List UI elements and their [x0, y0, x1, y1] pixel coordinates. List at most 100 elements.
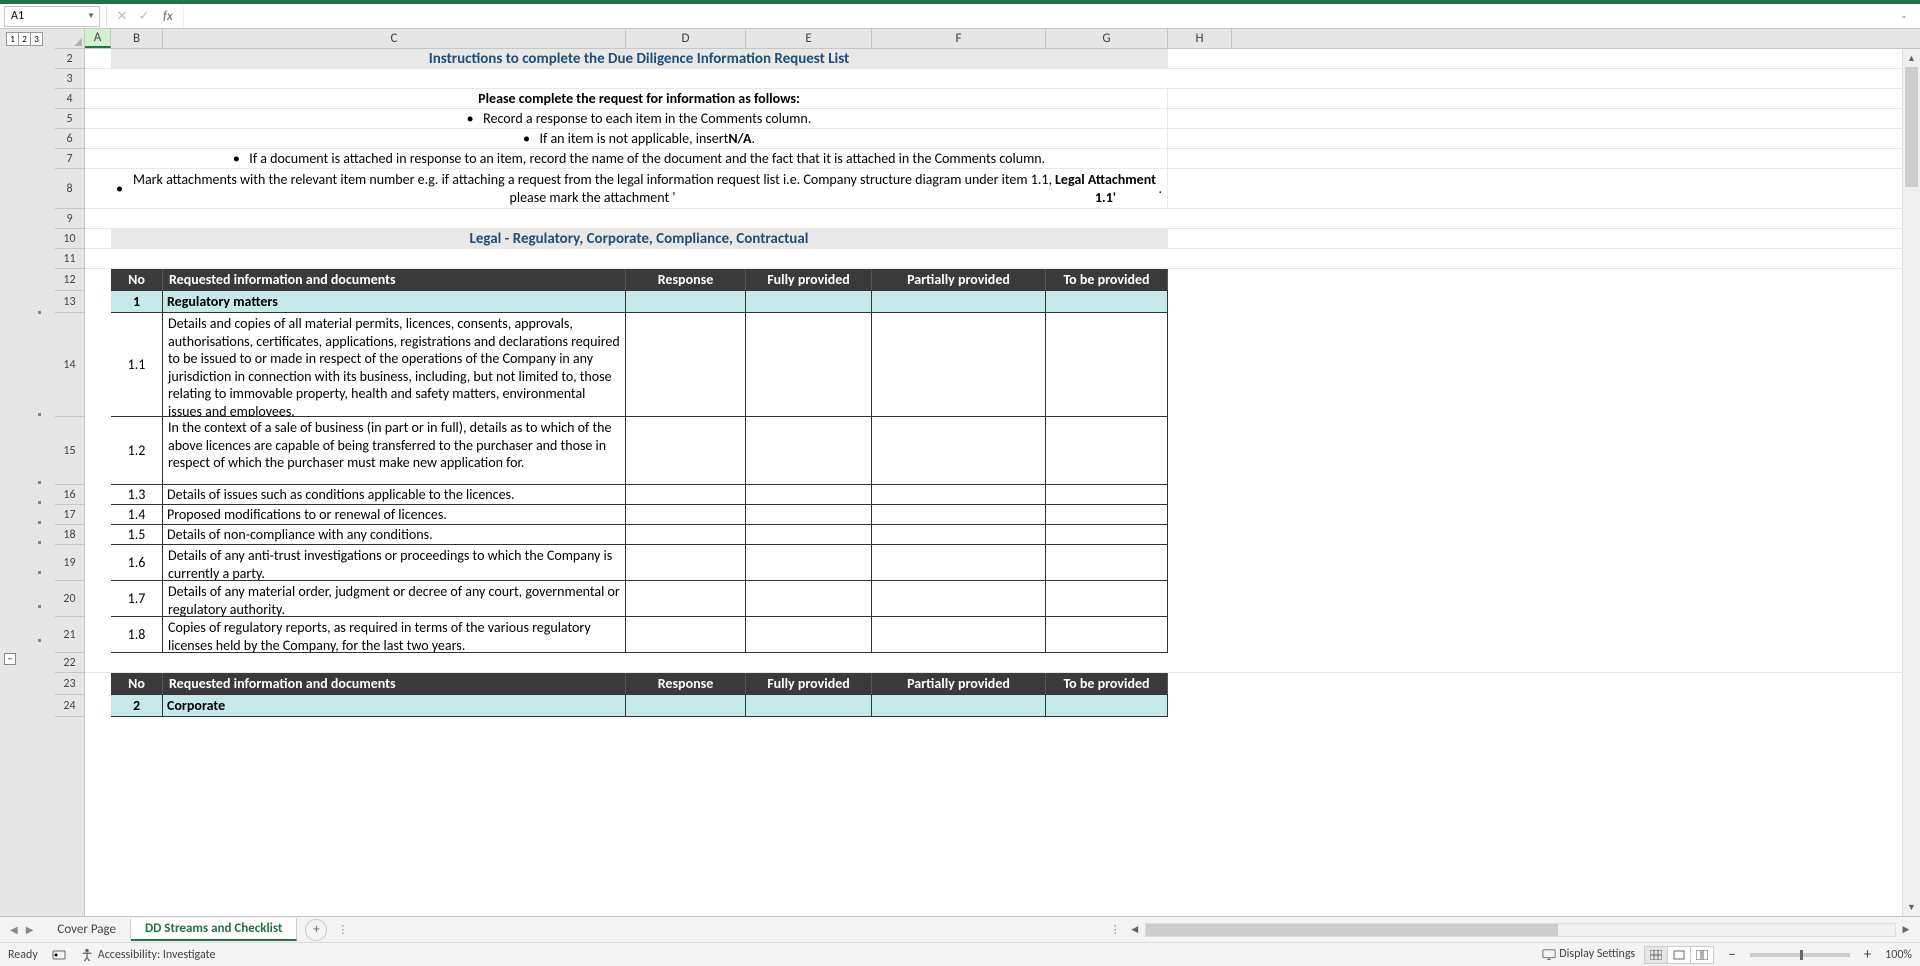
row-header[interactable]: 5	[55, 109, 84, 129]
formula-bar-expand-icon[interactable]: ⌄	[1898, 11, 1916, 21]
accessibility-status[interactable]: Accessibility: Investigate	[80, 948, 216, 962]
item-tobe[interactable]	[1046, 313, 1168, 417]
item-tobe[interactable]	[1046, 617, 1168, 653]
row-header[interactable]: 21	[55, 617, 84, 653]
row-header[interactable]: 19	[55, 545, 84, 581]
row-header[interactable]: 24	[55, 695, 84, 717]
col-header-C[interactable]: C	[163, 29, 626, 48]
item-part[interactable]	[872, 545, 1046, 581]
view-page-layout-icon[interactable]	[1667, 946, 1691, 964]
col-header-H[interactable]: H	[1168, 29, 1232, 48]
item-part[interactable]	[872, 485, 1046, 505]
item-tobe[interactable]	[1046, 525, 1168, 545]
item-full[interactable]	[746, 485, 872, 505]
enter-icon[interactable]: ✓	[135, 7, 153, 25]
scroll-thumb[interactable]	[1905, 67, 1918, 187]
row-header[interactable]: 8	[55, 169, 84, 209]
item-resp[interactable]	[626, 545, 746, 581]
row-header[interactable]: 15	[55, 417, 84, 485]
item-part[interactable]	[872, 505, 1046, 525]
item-resp[interactable]	[626, 417, 746, 485]
col-header-B[interactable]: B	[111, 29, 163, 48]
display-settings-button[interactable]: Display Settings	[1542, 947, 1635, 961]
tab-nav-prev-icon[interactable]: ◀	[10, 923, 18, 936]
item-full[interactable]	[746, 313, 872, 417]
col-header-F[interactable]: F	[872, 29, 1046, 48]
zoom-slider[interactable]	[1750, 953, 1850, 957]
item-tobe[interactable]	[1046, 545, 1168, 581]
row-header[interactable]: 4	[55, 89, 84, 109]
formula-input[interactable]	[188, 9, 1894, 24]
name-box-dropdown-icon[interactable]: ▼	[87, 11, 95, 21]
item-full[interactable]	[746, 525, 872, 545]
item-full[interactable]	[746, 617, 872, 653]
scroll-down-icon[interactable]: ▼	[1903, 898, 1920, 916]
item-tobe[interactable]	[1046, 485, 1168, 505]
item-full[interactable]	[746, 505, 872, 525]
row-header[interactable]: 13	[55, 291, 84, 313]
row-header[interactable]: 20	[55, 581, 84, 617]
vertical-scrollbar[interactable]: ▲ ▼	[1902, 49, 1920, 916]
row-header[interactable]: 2	[55, 49, 84, 69]
item-resp[interactable]	[626, 313, 746, 417]
col-header-D[interactable]: D	[626, 29, 746, 48]
row-header[interactable]: 16	[55, 485, 84, 505]
hscroll-resize-handle[interactable]: ⋮	[1110, 923, 1121, 936]
view-page-break-icon[interactable]	[1690, 946, 1714, 964]
item-resp[interactable]	[626, 485, 746, 505]
item-part[interactable]	[872, 525, 1046, 545]
col-header-E[interactable]: E	[746, 29, 872, 48]
item-full[interactable]	[746, 545, 872, 581]
fx-icon[interactable]: fx	[157, 9, 179, 24]
scroll-up-icon[interactable]: ▲	[1903, 49, 1920, 67]
item-resp[interactable]	[626, 505, 746, 525]
item-part[interactable]	[872, 313, 1046, 417]
item-tobe[interactable]	[1046, 581, 1168, 617]
zoom-out-button[interactable]: −	[1724, 946, 1739, 964]
outline-collapse-button[interactable]: −	[4, 653, 16, 665]
macro-record-icon[interactable]	[52, 948, 66, 962]
tab-nav-next-icon[interactable]: ▶	[26, 923, 34, 936]
row-header[interactable]: 12	[55, 269, 84, 291]
row-header[interactable]: 7	[55, 149, 84, 169]
name-box[interactable]: A1 ▼	[4, 6, 100, 27]
col-header-G[interactable]: G	[1046, 29, 1168, 48]
zoom-in-button[interactable]: +	[1860, 946, 1875, 964]
item-resp[interactable]	[626, 581, 746, 617]
tab-resize-handle[interactable]: ⋮	[337, 923, 348, 936]
item-resp[interactable]	[626, 617, 746, 653]
item-full[interactable]	[746, 417, 872, 485]
row-header[interactable]: 23	[55, 673, 84, 695]
tab-cover-page[interactable]: Cover Page	[43, 919, 131, 940]
scroll-track[interactable]	[1903, 67, 1920, 898]
select-all-corner[interactable]	[55, 29, 85, 48]
item-tobe[interactable]	[1046, 417, 1168, 485]
row-header[interactable]: 22	[55, 653, 84, 673]
row-header[interactable]: 10	[55, 229, 84, 249]
view-normal-icon[interactable]	[1644, 946, 1668, 964]
hscroll-track[interactable]	[1145, 923, 1896, 937]
tab-dd-streams[interactable]: DD Streams and Checklist	[131, 918, 297, 941]
row-header[interactable]: 14	[55, 313, 84, 417]
item-part[interactable]	[872, 617, 1046, 653]
item-part[interactable]	[872, 581, 1046, 617]
hscroll-right-icon[interactable]: ▶	[1898, 924, 1914, 935]
outline-level-3[interactable]: 3	[30, 32, 43, 46]
hscroll-thumb[interactable]	[1146, 924, 1558, 936]
hscroll-left-icon[interactable]: ◀	[1127, 924, 1143, 935]
row-header[interactable]: 3	[55, 69, 84, 89]
row-header[interactable]: 6	[55, 129, 84, 149]
item-resp[interactable]	[626, 525, 746, 545]
cancel-icon[interactable]: ✕	[113, 7, 131, 25]
item-full[interactable]	[746, 581, 872, 617]
row-header[interactable]: 11	[55, 249, 84, 269]
row-header[interactable]: 9	[55, 209, 84, 229]
col-header-A[interactable]: A	[85, 29, 111, 48]
row-header[interactable]: 18	[55, 525, 84, 545]
item-part[interactable]	[872, 417, 1046, 485]
zoom-thumb[interactable]	[1800, 950, 1803, 960]
item-tobe[interactable]	[1046, 505, 1168, 525]
cells-area[interactable]: Instructions to complete the Due Diligen…	[85, 49, 1902, 916]
add-sheet-button[interactable]: +	[305, 919, 327, 941]
row-header[interactable]: 17	[55, 505, 84, 525]
